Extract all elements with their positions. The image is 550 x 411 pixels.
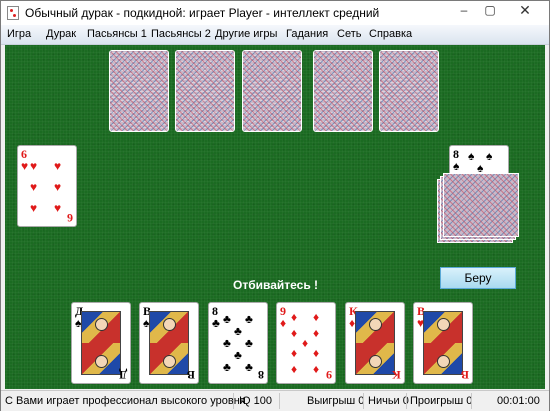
- club-pip-icon: ♣: [223, 360, 231, 374]
- hand-card[interactable]: 8 ♣ ♣ ♣ ♣ ♣ ♣ ♣ ♣ ♣ 8: [208, 302, 268, 384]
- menu-durak[interactable]: Дурак: [46, 28, 76, 40]
- heart-pip-icon: ♥: [54, 159, 62, 173]
- card-rank-bottom: В: [460, 368, 469, 382]
- diamond-pip-icon: ♦: [313, 310, 320, 324]
- card-suit: ♠: [453, 159, 460, 173]
- diamond-pip-icon: ♦: [291, 326, 298, 340]
- diamond-pip-icon: ♦: [313, 362, 320, 376]
- menu-solitaire-2[interactable]: Пасьянсы 2: [151, 28, 211, 40]
- status-draws: Ничьи 0: [368, 395, 409, 407]
- diamond-pip-icon: ♦: [291, 346, 298, 360]
- club-pip-icon: ♣: [223, 312, 231, 326]
- status-bar: С Вами играет профессионал высокого уров…: [1, 390, 549, 411]
- spade-pip-icon: ♠: [468, 149, 475, 163]
- hand-card[interactable]: К ♦ К: [345, 302, 405, 384]
- status-divider: [233, 393, 234, 409]
- card-rank-bottom: Д: [118, 368, 127, 382]
- hand-card[interactable]: В ♠ В: [139, 302, 199, 384]
- take-button[interactable]: Беру: [440, 267, 516, 289]
- maximize-button[interactable]: ▢: [477, 1, 503, 21]
- hand-card[interactable]: Д ♠ Д: [71, 302, 131, 384]
- diamond-pip-icon: ♦: [291, 310, 298, 324]
- opponent-card: [175, 50, 235, 132]
- status-losses: Проигрыш 0: [410, 395, 473, 407]
- status-divider: [279, 393, 280, 409]
- status-divider: [406, 393, 407, 409]
- card-rank-bottom: 8: [258, 368, 264, 382]
- game-table: 6 ♥ ♥ ♥ ♥ ♥ ♥ ♥ 6 8 ♠ ♠ ♠ ♠ Беру Отбивай…: [5, 45, 545, 389]
- queen-portrait-icon: [81, 311, 121, 375]
- status-divider: [363, 393, 364, 409]
- status-message: С Вами играет профессионал высокого уров…: [5, 395, 246, 407]
- heart-pip-icon: ♥: [54, 201, 62, 215]
- club-pip-icon: ♣: [223, 336, 231, 350]
- app-icon: [7, 6, 19, 20]
- opponent-card: [379, 50, 439, 132]
- status-timer: 00:01:00: [497, 395, 540, 407]
- card-rank-bottom: К: [392, 368, 401, 382]
- club-pip-icon: ♣: [245, 360, 253, 374]
- menu-fortune-telling[interactable]: Гадания: [286, 28, 328, 40]
- card-suit: ♥: [21, 159, 29, 173]
- menu-help[interactable]: Справка: [369, 28, 412, 40]
- diamond-pip-icon: ♦: [302, 336, 309, 350]
- heart-pip-icon: ♥: [30, 201, 38, 215]
- status-divider: [471, 393, 472, 409]
- spade-pip-icon: ♠: [486, 149, 493, 163]
- deck-stack: [437, 173, 519, 243]
- heart-pip-icon: ♥: [30, 159, 38, 173]
- card-rank-bottom: 6: [67, 211, 73, 225]
- menu-solitaire-1[interactable]: Пасьянсы 1: [87, 28, 147, 40]
- status-wins: Выигрыш 0: [307, 395, 365, 407]
- club-pip-icon: ♣: [245, 312, 253, 326]
- close-button[interactable]: ✕: [503, 1, 547, 21]
- card-suit: ♦: [280, 316, 287, 330]
- card-rank-bottom: В: [186, 368, 195, 382]
- heart-pip-icon: ♥: [30, 180, 38, 194]
- opponent-card: [242, 50, 302, 132]
- menu-bar: Игра Дурак Пасьянсы 1 Пасьянсы 2 Другие …: [1, 25, 549, 45]
- deck-card-back: [443, 173, 519, 237]
- turn-message: Отбивайтесь !: [233, 278, 319, 292]
- hand-card[interactable]: 9 ♦ ♦ ♦ ♦ ♦ ♦ ♦ ♦ ♦ ♦ 9: [276, 302, 336, 384]
- club-pip-icon: ♣: [245, 336, 253, 350]
- opponent-card: [313, 50, 373, 132]
- minimize-button[interactable]: –: [451, 1, 477, 21]
- menu-game[interactable]: Игра: [7, 28, 31, 40]
- window-title: Обычный дурак - подкидной: играет Player…: [25, 6, 380, 20]
- status-iq: IQ 100: [239, 395, 273, 407]
- opponent-card: [109, 50, 169, 132]
- app-window: Обычный дурак - подкидной: играет Player…: [0, 0, 550, 411]
- king-portrait-icon: [355, 311, 395, 375]
- jack-portrait-icon: [149, 311, 189, 375]
- diamond-pip-icon: ♦: [291, 362, 298, 376]
- menu-network[interactable]: Сеть: [337, 28, 361, 40]
- club-pip-icon: ♣: [234, 324, 242, 338]
- menu-other-games[interactable]: Другие игры: [215, 28, 277, 40]
- diamond-pip-icon: ♦: [313, 326, 320, 340]
- diamond-pip-icon: ♦: [313, 346, 320, 360]
- club-pip-icon: ♣: [234, 348, 242, 362]
- attack-card[interactable]: 6 ♥ ♥ ♥ ♥ ♥ ♥ ♥ 6: [17, 145, 77, 227]
- jack-portrait-icon: [423, 311, 463, 375]
- hand-card[interactable]: В ♥ В: [413, 302, 473, 384]
- title-bar: Обычный дурак - подкидной: играет Player…: [1, 1, 549, 25]
- card-rank-bottom: 9: [326, 368, 332, 382]
- heart-pip-icon: ♥: [54, 180, 62, 194]
- card-suit: ♣: [212, 316, 220, 330]
